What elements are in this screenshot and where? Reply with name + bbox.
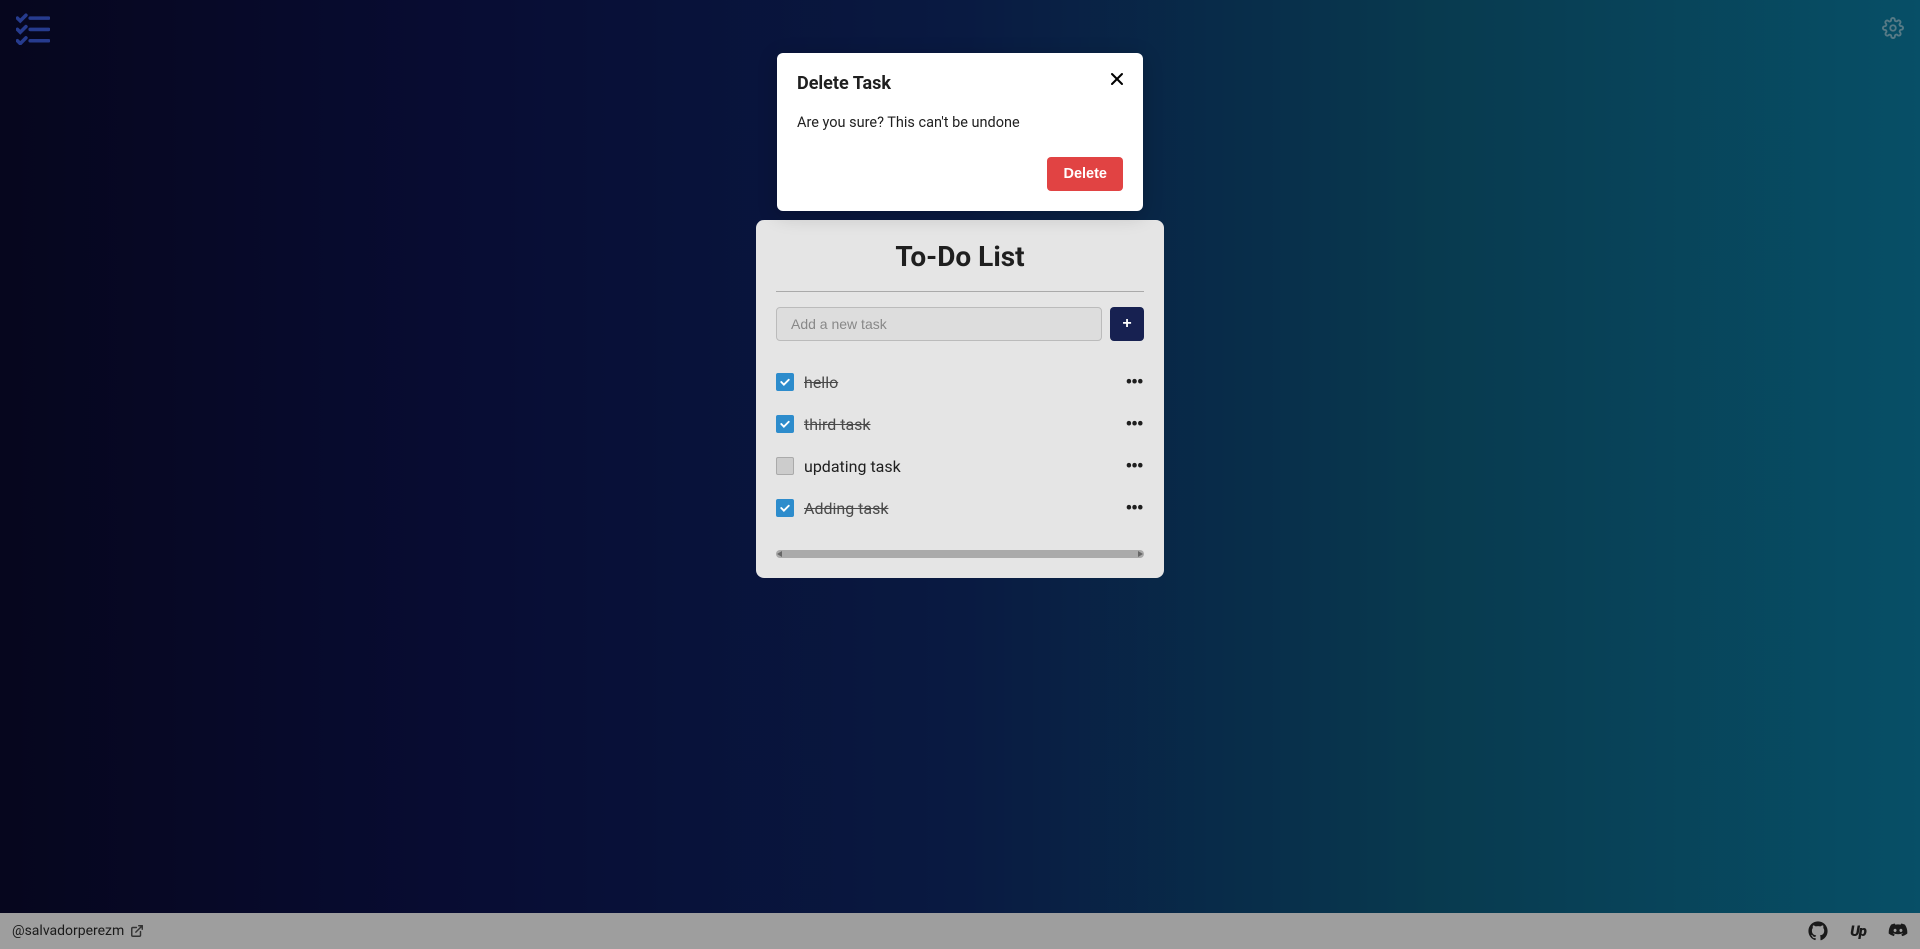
list-item: hello ••• — [776, 363, 1144, 401]
modal-title: Delete Task — [797, 73, 1123, 94]
discord-icon[interactable] — [1888, 921, 1908, 941]
todo-card: To-Do List + hello ••• third task ••• up… — [756, 220, 1164, 578]
divider — [776, 291, 1144, 292]
more-icon[interactable]: ••• — [1124, 372, 1144, 392]
task-label: hello — [804, 373, 1114, 392]
more-icon[interactable]: ••• — [1124, 498, 1144, 518]
delete-modal: Delete Task Are you sure? This can't be … — [777, 53, 1143, 211]
external-link-icon — [130, 924, 144, 938]
task-label: Adding task — [804, 499, 1114, 518]
page-title: To-Do List — [776, 240, 1144, 273]
task-label: third task — [804, 415, 1114, 434]
add-task-button[interactable]: + — [1110, 307, 1144, 341]
task-label: updating task — [804, 457, 1114, 476]
new-task-input[interactable] — [776, 307, 1102, 341]
github-icon[interactable] — [1808, 921, 1828, 941]
modal-actions: Delete — [797, 157, 1123, 191]
more-icon[interactable]: ••• — [1124, 456, 1144, 476]
task-list: hello ••• third task ••• updating task •… — [776, 363, 1144, 527]
more-icon[interactable]: ••• — [1124, 414, 1144, 434]
checkbox-icon[interactable] — [776, 415, 794, 433]
footer-user-link[interactable]: @salvadorperezm — [12, 923, 144, 939]
close-icon[interactable] — [1109, 71, 1125, 87]
list-item: third task ••• — [776, 405, 1144, 443]
upwork-icon[interactable]: Up — [1848, 921, 1868, 941]
checkbox-icon[interactable] — [776, 373, 794, 391]
footer-user-label: @salvadorperezm — [12, 923, 124, 939]
list-item: updating task ••• — [776, 447, 1144, 485]
checkbox-icon[interactable] — [776, 499, 794, 517]
footer-icons: Up — [1808, 921, 1908, 941]
scrollbar[interactable] — [776, 550, 1144, 558]
checkbox-icon[interactable] — [776, 457, 794, 475]
delete-button[interactable]: Delete — [1047, 157, 1123, 191]
list-item: Adding task ••• — [776, 489, 1144, 527]
input-row: + — [776, 307, 1144, 341]
modal-body: Are you sure? This can't be undone — [797, 114, 1123, 131]
footer: @salvadorperezm Up — [0, 913, 1920, 949]
